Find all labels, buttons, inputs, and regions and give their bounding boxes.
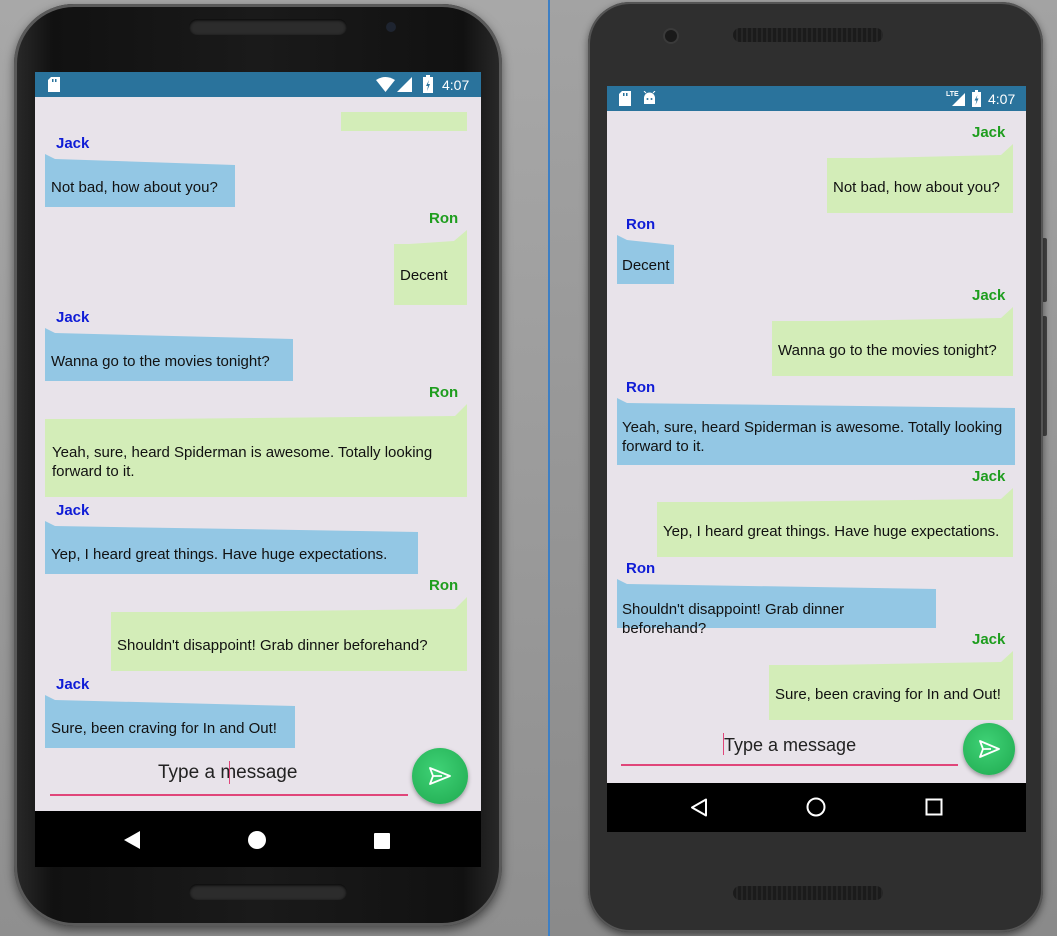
home-circle-icon[interactable] (806, 797, 826, 817)
android-debug-icon (643, 91, 656, 104)
bottom-speaker (733, 886, 883, 900)
text-caret (229, 761, 230, 784)
sender-name: Jack (972, 124, 1006, 141)
bubble-tail (45, 404, 467, 420)
bottom-speaker (189, 884, 347, 900)
sd-card-icon (619, 91, 631, 106)
top-speaker (189, 19, 347, 35)
recents-square-icon[interactable] (925, 798, 943, 816)
sender-name: Jack (56, 309, 90, 326)
home-circle-icon[interactable] (248, 831, 266, 849)
sender-name: Jack (972, 631, 1006, 648)
send-arrow-icon (429, 767, 451, 785)
sender-name: Jack (972, 287, 1006, 304)
message-bubble[interactable]: Decent (394, 244, 467, 305)
sender-name: Jack (56, 135, 90, 152)
signal-icon (952, 93, 965, 106)
bubble-tail (111, 597, 467, 613)
message-bubble[interactable]: Not bad, how about you? (45, 165, 235, 207)
status-bar: LTE 4:07 (607, 86, 1026, 111)
status-bar: 4:07 (35, 72, 481, 97)
send-button[interactable] (963, 723, 1015, 775)
bubble-tail (827, 144, 1013, 159)
bubble-tail (769, 651, 1013, 666)
text-caret (723, 733, 724, 755)
navigation-bar (35, 811, 481, 867)
message-bubble[interactable]: Yeah, sure, heard Spiderman is awesome. … (45, 419, 467, 497)
message-bubble[interactable]: Yep, I heard great things. Have huge exp… (45, 532, 418, 574)
sender-name: Jack (56, 676, 90, 693)
battery-charging-icon (423, 75, 433, 93)
bubble-tail (657, 488, 1013, 503)
right-screen: LTE 4:07 Jack Not bad, how about you? Ro… (607, 86, 1026, 832)
back-triangle-icon[interactable] (690, 798, 708, 817)
message-bubble[interactable]: Sure, been craving for In and Out! (769, 665, 1013, 720)
recents-square-icon[interactable] (374, 833, 390, 849)
message-input[interactable]: Type a message (724, 735, 856, 756)
wifi-icon (376, 77, 395, 92)
left-phone-frame: 4:07 Jack Not bad, how about you? Ron De… (14, 4, 502, 926)
message-input[interactable]: Type a message (158, 762, 297, 784)
send-button[interactable] (412, 748, 468, 804)
bubble-tail (772, 307, 1013, 322)
battery-charging-icon (972, 90, 981, 107)
left-screen: 4:07 Jack Not bad, how about you? Ron De… (35, 72, 481, 867)
message-bubble-partial[interactable] (341, 112, 467, 131)
message-bubble[interactable]: Shouldn't disappoint! Grab dinner before… (617, 589, 936, 637)
input-underline (50, 794, 408, 796)
sender-name: Ron (626, 560, 656, 577)
message-bubble[interactable]: Decent (617, 245, 674, 284)
sender-name: Ron (626, 379, 656, 396)
sender-name: Ron (429, 577, 459, 594)
message-bubble[interactable]: Yeah, sure, heard Spiderman is awesome. … (617, 408, 1015, 465)
sender-name: Ron (429, 210, 459, 227)
sender-name: Jack (56, 502, 90, 519)
status-time: 4:07 (442, 77, 470, 93)
right-phone-frame: LTE 4:07 Jack Not bad, how about you? Ro… (588, 2, 1043, 932)
sender-name: Ron (429, 384, 459, 401)
message-bubble[interactable]: Not bad, how about you? (827, 158, 1013, 213)
sender-name: Ron (626, 216, 656, 233)
front-camera (665, 30, 677, 42)
signal-icon (397, 77, 412, 92)
sender-name: Jack (972, 468, 1006, 485)
top-speaker (733, 28, 883, 42)
message-bubble[interactable]: Yep, I heard great things. Have huge exp… (657, 502, 1013, 557)
back-triangle-icon[interactable] (124, 831, 140, 849)
bubble-tail (394, 230, 467, 245)
navigation-bar (607, 783, 1026, 832)
message-bubble[interactable]: Wanna go to the movies tonight? (772, 321, 1013, 376)
front-camera (386, 22, 396, 32)
sd-card-icon (48, 77, 60, 92)
input-underline (621, 764, 958, 766)
message-bubble[interactable]: Wanna go to the movies tonight? (45, 339, 293, 381)
message-bubble[interactable]: Shouldn't disappoint! Grab dinner before… (111, 612, 467, 671)
message-bubble[interactable]: Sure, been craving for In and Out! (45, 706, 295, 748)
send-arrow-icon (979, 740, 1000, 758)
status-time: 4:07 (988, 91, 1016, 107)
